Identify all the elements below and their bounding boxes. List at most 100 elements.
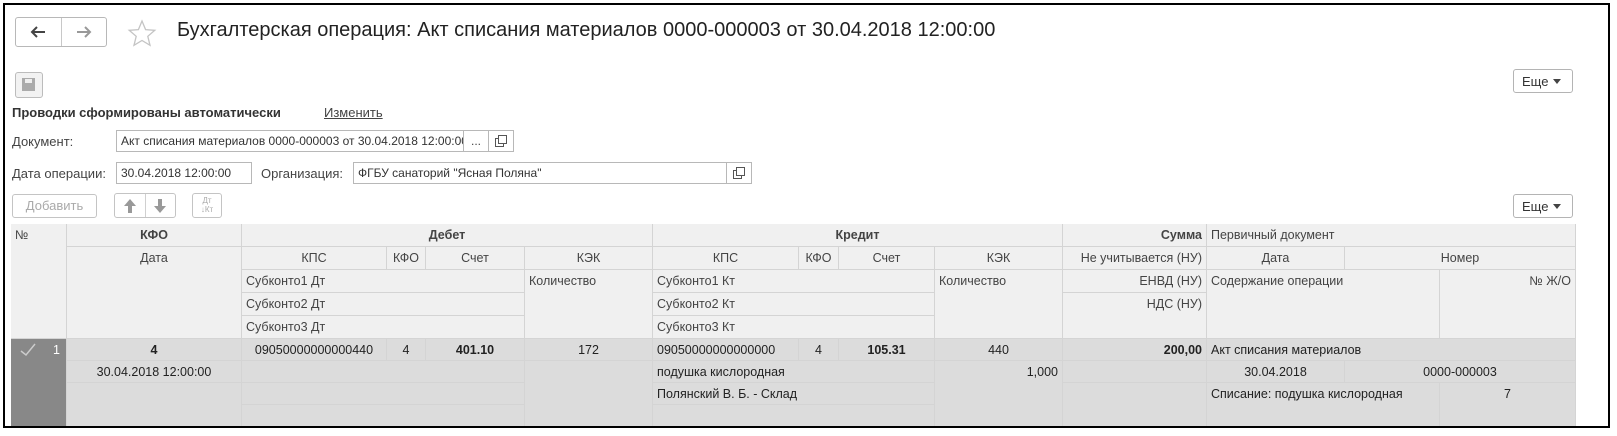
row-doc-name[interactable]: Акт списания материалов xyxy=(1207,339,1576,361)
date-field[interactable]: 30.04.2018 12:00:00 xyxy=(116,162,252,184)
row-dt-kps[interactable]: 09050000000000440 xyxy=(242,339,387,361)
save-button[interactable] xyxy=(15,72,43,98)
row-kt-subkonto3[interactable] xyxy=(653,405,935,426)
row-dt-kfo[interactable]: 4 xyxy=(387,339,426,361)
more-button-label: Еще xyxy=(1522,73,1549,89)
status-text: Проводки сформированы автоматически xyxy=(12,105,281,120)
header-num: № xyxy=(11,224,67,339)
header-nds: НДС (НУ) xyxy=(1063,293,1207,339)
checkmark-icon xyxy=(20,343,36,357)
row-kt-kek[interactable]: 440 xyxy=(935,339,1063,361)
row-dt-account[interactable]: 401.10 xyxy=(426,339,525,361)
header-subkonto3-kt: Субконто3 Кт xyxy=(653,316,935,339)
page-title: Бухгалтерская операция: Акт списания мат… xyxy=(177,19,996,41)
row-num-cell: 1 xyxy=(11,339,67,426)
header-subkonto1-dt: Субконто1 Дт xyxy=(242,270,525,293)
arrow-right-icon xyxy=(76,26,92,38)
header-kt-kps: КПС xyxy=(653,247,799,270)
favorite-star-icon[interactable] xyxy=(127,19,157,50)
row-dt-subkonto1[interactable] xyxy=(242,361,525,383)
header-content: Содержание операции xyxy=(1207,270,1440,339)
header-dt-kek: КЭК xyxy=(525,247,653,270)
organization-open-button[interactable] xyxy=(726,162,752,184)
row-doc-number[interactable]: 0000-000003 xyxy=(1345,361,1576,383)
header-doc-number: Номер xyxy=(1345,247,1576,270)
row-date[interactable]: 30.04.2018 12:00:00 xyxy=(67,361,242,383)
move-up-button[interactable] xyxy=(115,194,146,217)
edit-link[interactable]: Изменить xyxy=(324,105,383,120)
row-content[interactable]: Списание: подушка кислородная xyxy=(1207,383,1440,426)
document-window: Бухгалтерская операция: Акт списания мат… xyxy=(3,3,1610,428)
row-envd[interactable] xyxy=(1063,361,1207,383)
organization-field[interactable]: ФГБУ санаторий "Ясная Поляна" xyxy=(353,162,727,184)
row-kt-subkonto1[interactable]: подушка кислородная xyxy=(653,361,935,383)
header-subkonto2-dt: Субконто2 Дт xyxy=(242,293,525,316)
save-icon xyxy=(22,78,35,91)
header-credit: Кредит xyxy=(653,224,1063,247)
back-button[interactable] xyxy=(16,18,61,46)
header-envd: ЕНВД (НУ) xyxy=(1063,270,1207,293)
open-window-icon xyxy=(495,135,507,147)
table-more-button[interactable]: Еще xyxy=(1513,194,1573,218)
kt-label: ↓Кт xyxy=(200,205,214,214)
document-open-button[interactable] xyxy=(488,130,514,152)
navigation-buttons xyxy=(15,17,107,47)
header-subkonto2-kt: Субконто2 Кт xyxy=(653,293,935,316)
row-dt-quantity[interactable] xyxy=(525,361,653,426)
document-select-button[interactable]: ... xyxy=(463,130,489,152)
header-primary-doc: Первичный документ xyxy=(1207,224,1576,247)
header-subkonto1-kt: Субконто1 Кт xyxy=(653,270,935,293)
row-doc-date[interactable]: 30.04.2018 xyxy=(1207,361,1345,383)
entries-table: № КФО Дебет Кредит Сумма Первичный докум… xyxy=(11,224,1576,426)
header-debit: Дебет xyxy=(242,224,653,247)
header-dt-kps: КПС xyxy=(242,247,387,270)
add-button[interactable]: Добавить xyxy=(12,194,97,218)
header-kt-kek: КЭК xyxy=(935,247,1063,270)
date-label: Дата операции: xyxy=(12,166,106,181)
row-kt-quantity[interactable]: 1,000 xyxy=(935,361,1063,426)
row-journal[interactable]: 7 xyxy=(1440,383,1576,426)
dropdown-arrow-icon xyxy=(1553,78,1562,84)
table-more-label: Еще xyxy=(1522,198,1549,214)
header-dt-kfo: КФО xyxy=(387,247,426,270)
dt-label: Дт xyxy=(202,196,212,205)
row-kt-account[interactable]: 105.31 xyxy=(839,339,935,361)
forward-button[interactable] xyxy=(60,18,107,46)
move-down-button[interactable] xyxy=(146,194,176,217)
row-dt-subkonto3[interactable] xyxy=(242,405,525,426)
row-kt-subkonto2[interactable]: Полянский В. Б. - Склад xyxy=(653,383,935,405)
row-sum[interactable]: 200,00 xyxy=(1063,339,1207,361)
open-window-icon xyxy=(733,167,745,179)
row-kt-kfo[interactable]: 4 xyxy=(799,339,839,361)
row-kt-kps[interactable]: 09050000000000000 xyxy=(653,339,799,361)
header-doc-date: Дата xyxy=(1207,247,1345,270)
header-kfo: КФО xyxy=(67,224,242,247)
row-number: 1 xyxy=(53,343,60,357)
more-button[interactable]: Еще xyxy=(1513,69,1573,93)
move-buttons xyxy=(114,193,176,218)
header-subkonto3-dt: Субконто3 Дт xyxy=(242,316,525,339)
row-kfo[interactable]: 4 xyxy=(67,339,242,361)
arrow-down-icon xyxy=(154,198,167,213)
document-field[interactable]: Акт списания материалов 0000-000003 от 3… xyxy=(116,130,464,152)
row-dt-kek[interactable]: 172 xyxy=(525,339,653,361)
header-kt-account: Счет xyxy=(839,247,935,270)
header-date: Дата xyxy=(67,247,242,339)
header-dt-quantity: Количество xyxy=(525,270,653,339)
arrow-left-icon xyxy=(30,26,46,38)
dropdown-arrow-icon xyxy=(1553,203,1562,209)
dt-kt-swap-button[interactable]: Дт ↓Кт xyxy=(192,193,222,218)
header-dt-account: Счет xyxy=(426,247,525,270)
header-not-counted: Не учитывается (НУ) xyxy=(1063,247,1207,270)
header-sum: Сумма xyxy=(1063,224,1207,247)
row-dt-subkonto2[interactable] xyxy=(242,383,525,405)
table-row[interactable]: 1 4 30.04.2018 12:00:00 0905000000000044… xyxy=(11,339,1576,426)
row-empty-left xyxy=(67,383,242,426)
document-label: Документ: xyxy=(12,134,74,149)
organization-label: Организация: xyxy=(261,166,344,181)
header-journal: № Ж/О xyxy=(1440,270,1576,339)
row-nds[interactable] xyxy=(1063,383,1207,426)
header-kt-kfo: КФО xyxy=(799,247,839,270)
arrow-up-icon xyxy=(123,198,136,213)
header-kt-quantity: Количество xyxy=(935,270,1063,339)
